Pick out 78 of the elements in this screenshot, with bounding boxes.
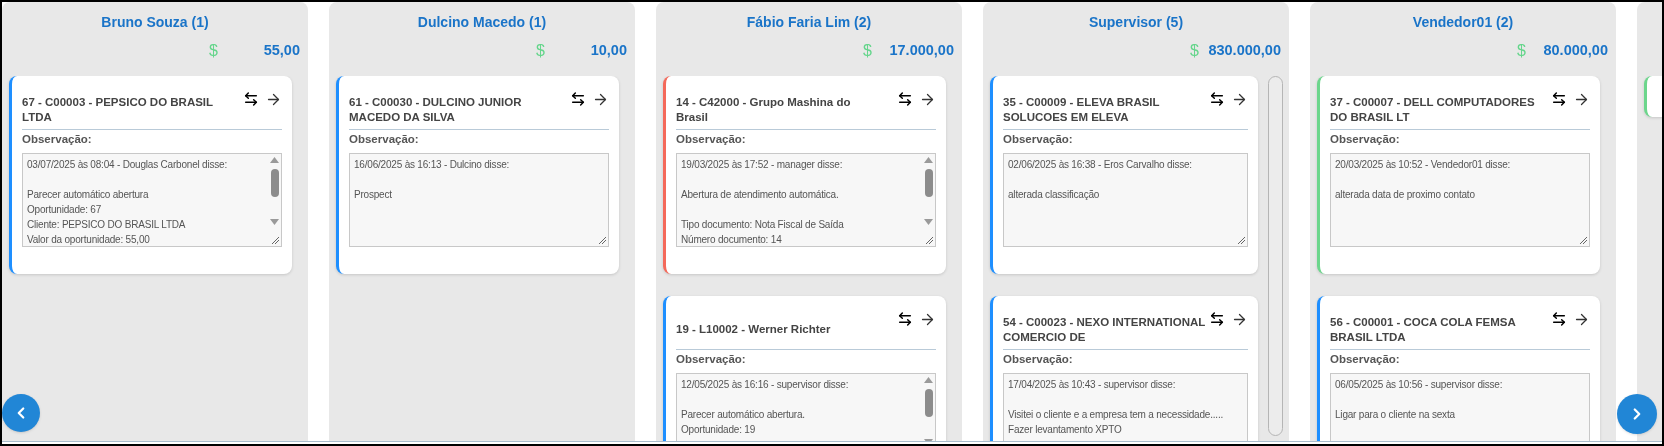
deal-card[interactable]: 61 - C00030 - DULCINO JUNIOR MACEDO DA SILVA Observação: 16/06/2025 às 16:13 - Dulcino disse: Prospect xyxy=(336,76,619,274)
scroll-up-icon[interactable] xyxy=(270,157,279,163)
field-label: Observação: xyxy=(676,352,747,367)
swap-icon[interactable] xyxy=(570,91,586,107)
note-field[interactable]: 12/05/2025 às 16:16 - supervisor disse: Parecer automático abertura. Oportunidade: 19 xyxy=(676,373,936,441)
deal-card[interactable]: 19 - L10002 - Werner Richter Observação: 12/05/2025 às 16:16 - supervisor disse: Parecer automático abertura. Oportunidade: 19 xyxy=(663,296,946,441)
column-total: 55,00 xyxy=(262,41,300,61)
swap-icon[interactable] xyxy=(243,91,259,107)
scroll-thumb[interactable] xyxy=(924,389,933,417)
field-label: Observação: xyxy=(22,132,93,147)
arrow-right-icon[interactable] xyxy=(592,91,609,108)
arrow-right-icon[interactable] xyxy=(1231,91,1248,108)
resize-grip-icon[interactable] xyxy=(1237,236,1246,245)
swap-icon[interactable] xyxy=(1551,91,1567,107)
swap-icon[interactable] xyxy=(897,91,913,107)
card-title: 56 - C00001 - COCA COLA FEMSA BRASIL LTDA xyxy=(1330,314,1517,345)
column-total: 10,00 xyxy=(589,41,627,61)
column-total: 830.000,00 xyxy=(1207,41,1281,61)
deal-card[interactable]: 37 - C00007 - DELL COMPUTADORES DO BRASIL LT Observação: 20/03/2025 às 10:52 - Vendedor01 disse: alterada data de proximo contato xyxy=(1317,76,1600,274)
note-field[interactable]: 19/03/2025 às 17:52 - manager disse: Abertura de atendimento automática. Tipo documento: Nota Fiscal de Saída Número documento: 14 xyxy=(676,153,936,247)
resize-grip-icon[interactable] xyxy=(925,236,934,245)
resize-grip-icon[interactable] xyxy=(1579,236,1588,245)
deal-card[interactable]: 35 - C00009 - ELEVA BRASIL SOLUCOES EM ELEVA Observação: 02/06/2025 às 16:38 - Eros Carvalho disse: alterada classificação xyxy=(990,76,1258,274)
deal-card[interactable]: 67 - C00003 - PEPSICO DO BRASIL LTDA Observação: 03/07/2025 às 08:04 - Douglas Carbonel disse: Parecer automático abertura Oportunidade: 67 Cliente: PEPSICO DO BRASIL LTDA Valor da oportunidade: 55,00 xyxy=(9,76,292,274)
note-field[interactable]: 06/05/2025 às 10:56 - supervisor disse: Ligar para o cliente na sexta xyxy=(1330,373,1590,441)
currency-symbol: $ xyxy=(863,41,872,61)
field-label: Observação: xyxy=(1330,352,1401,367)
arrow-right-icon[interactable] xyxy=(919,91,936,108)
column-total: 17.000,00 xyxy=(888,41,954,61)
field-label: Observação: xyxy=(1330,132,1401,147)
column-scrollbar[interactable] xyxy=(1268,76,1283,436)
column-title: Supervisor (5) xyxy=(1088,13,1184,32)
scroll-down-icon[interactable] xyxy=(270,219,279,225)
field-label: Observação: xyxy=(1003,132,1074,147)
currency-symbol: $ xyxy=(1517,41,1526,61)
note-field[interactable]: 02/06/2025 às 16:38 - Eros Carvalho disse: alterada classificação xyxy=(1003,153,1248,247)
deal-card[interactable]: 14 - C42000 - Grupo Mashina do Brasil Observação: 19/03/2025 às 17:52 - manager disse: Abertura de atendimento automática. Tipo documento: Nota Fiscal de Saída Número documento: 14 xyxy=(663,76,946,274)
card-title: 61 - C00030 - DULCINO JUNIOR MACEDO DA SILVA xyxy=(349,94,523,125)
card-title: 35 - C00009 - ELEVA BRASIL SOLUCOES EM ELEVA xyxy=(1003,94,1161,125)
currency-symbol: $ xyxy=(1190,41,1199,61)
note-field[interactable]: 16/06/2025 às 16:13 - Dulcino disse: Prospect xyxy=(349,153,609,247)
deal-card[interactable]: 56 - C00001 - COCA COLA FEMSA BRASIL LTDA Observação: 06/05/2025 às 10:56 - supervisor disse: Ligar para o cliente na sexta xyxy=(1317,296,1600,441)
column-title: Bruno Souza (1) xyxy=(101,13,209,32)
card-title: 67 - C00003 - PEPSICO DO BRASIL LTDA xyxy=(22,94,214,125)
resize-grip-icon[interactable] xyxy=(598,236,607,245)
arrow-right-icon[interactable] xyxy=(1573,311,1590,328)
scroll-up-icon[interactable] xyxy=(924,377,933,383)
field-label: Observação: xyxy=(349,132,420,147)
currency-symbol: $ xyxy=(536,41,545,61)
arrow-right-icon[interactable] xyxy=(1231,311,1248,328)
card-title: 19 - L10002 - Werner Richter xyxy=(676,322,832,337)
column-total: 80.000,00 xyxy=(1542,41,1608,61)
arrow-right-icon[interactable] xyxy=(1573,91,1590,108)
arrow-right-icon[interactable] xyxy=(919,311,936,328)
scrollbar[interactable] xyxy=(922,374,935,441)
resize-grip-icon[interactable] xyxy=(271,236,280,245)
scroll-thumb[interactable] xyxy=(270,169,279,197)
card-title: 54 - C00023 - NEXO INTERNATIONAL COMERCIO DE xyxy=(1003,314,1207,345)
swap-icon[interactable] xyxy=(897,311,913,327)
column-title: Fábio Faria Lim (2) xyxy=(746,13,872,32)
swap-icon[interactable] xyxy=(1209,91,1225,107)
card-title: 14 - C42000 - Grupo Mashina do Brasil xyxy=(676,94,852,125)
field-label: Observação: xyxy=(1003,352,1074,367)
scroll-thumb[interactable] xyxy=(924,169,933,197)
note-field[interactable]: 03/07/2025 às 08:04 - Douglas Carbonel disse: Parecer automático abertura Oportunidade: 67 Cliente: PEPSICO DO BRASIL LTDA Valor da oportunidade: 55,00 xyxy=(22,153,282,247)
column-title: Dulcino Macedo (1) xyxy=(417,13,547,32)
currency-symbol: $ xyxy=(209,41,218,61)
field-label: Observação: xyxy=(676,132,747,147)
scroll-down-icon[interactable] xyxy=(924,219,933,225)
scroll-up-icon[interactable] xyxy=(924,157,933,163)
swap-icon[interactable] xyxy=(1209,311,1225,327)
swap-icon[interactable] xyxy=(1551,311,1567,327)
note-field[interactable]: 17/04/2025 às 10:43 - supervisor disse: Visitei o cliente e a empresa tem a necessidade..... Fazer levantamento XPTO xyxy=(1003,373,1248,441)
card-title: 37 - C00007 - DELL COMPUTADORES DO BRASIL LT xyxy=(1330,94,1535,125)
deal-card[interactable]: 54 - C00023 - NEXO INTERNATIONAL COMERCIO DE Observação: 17/04/2025 às 10:43 - supervisor disse: Visitei o cliente e a empresa tem a necessidade..... Fazer levantamento XPTO xyxy=(990,296,1258,441)
note-field[interactable]: 20/03/2025 às 10:52 - Vendedor01 disse: alterada data de proximo contato xyxy=(1330,153,1590,247)
scroll-right-button[interactable] xyxy=(1617,394,1657,434)
column-title: Vendedor01 (2) xyxy=(1412,13,1514,32)
